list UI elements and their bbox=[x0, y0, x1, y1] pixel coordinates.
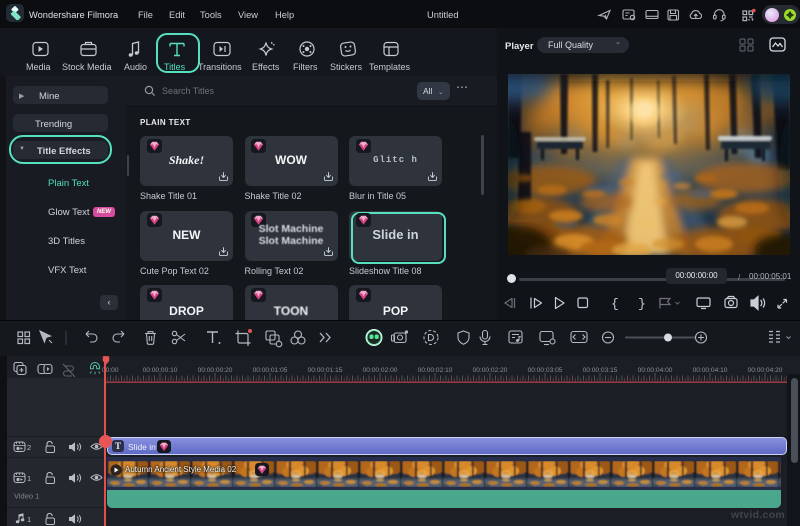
svg-text:2: 2 bbox=[27, 443, 31, 452]
svg-text:00:00:02:00: 00:00:02:00 bbox=[363, 367, 398, 374]
svg-text:1: 1 bbox=[27, 474, 31, 483]
svg-text:00:00:00:20: 00:00:00:20 bbox=[198, 367, 233, 374]
svg-text:00:00:02:20: 00:00:02:20 bbox=[473, 367, 508, 374]
svg-text:00:00:04:10: 00:00:04:10 bbox=[693, 367, 728, 374]
svg-text:00:00:02:10: 00:00:02:10 bbox=[418, 367, 453, 374]
svg-text:00:00:03:15: 00:00:03:15 bbox=[583, 367, 618, 374]
svg-text:1: 1 bbox=[27, 515, 31, 524]
svg-text:00:00:00:10: 00:00:00:10 bbox=[143, 367, 178, 374]
svg-text:00:00:03:05: 00:00:03:05 bbox=[528, 367, 563, 374]
svg-text:00:00:01:05: 00:00:01:05 bbox=[253, 367, 288, 374]
svg-text:Video 1: Video 1 bbox=[14, 492, 39, 501]
svg-text:00:00:01:15: 00:00:01:15 bbox=[308, 367, 343, 374]
svg-text:00:00:04:20: 00:00:04:20 bbox=[748, 367, 783, 374]
svg-text:}: } bbox=[638, 297, 646, 312]
svg-text:00:00:04:00: 00:00:04:00 bbox=[638, 367, 673, 374]
svg-text:{: { bbox=[611, 297, 619, 312]
